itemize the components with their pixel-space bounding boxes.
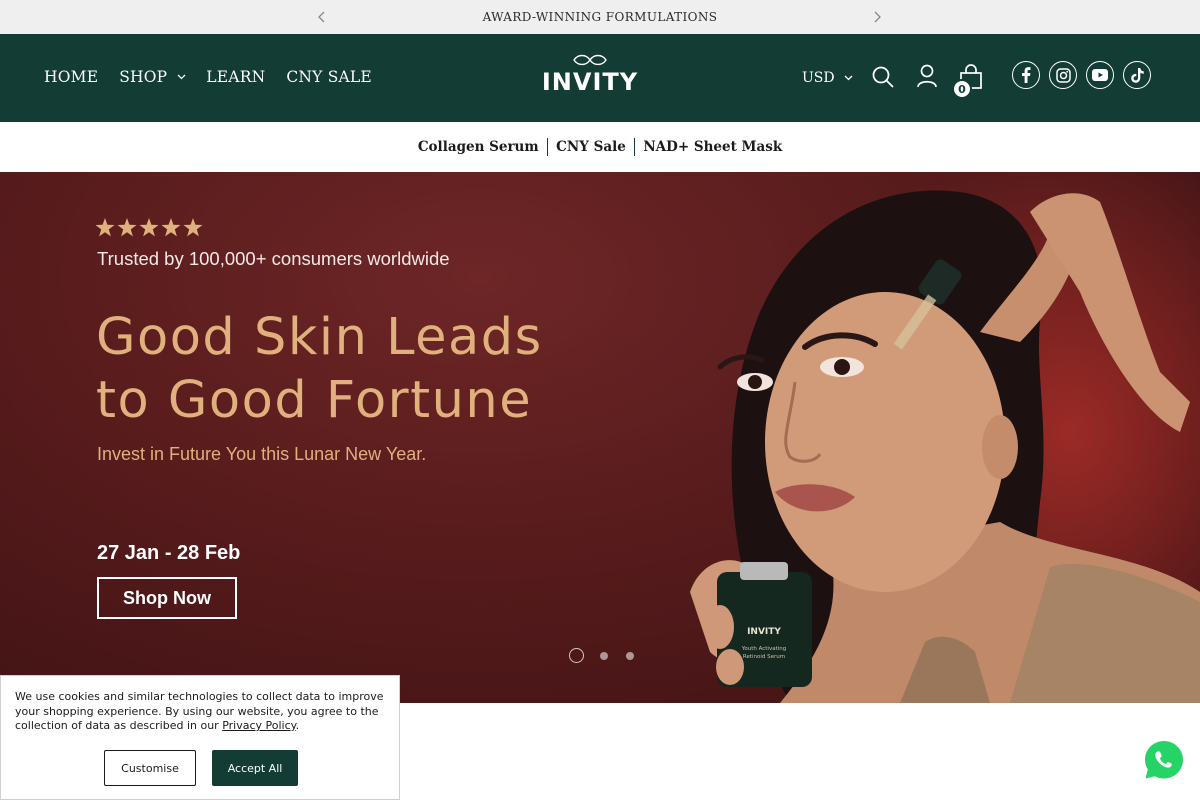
carousel-dot[interactable] [569, 648, 584, 663]
search-icon [872, 66, 894, 88]
hero-subline: Invest in Future You this Lunar New Year… [97, 444, 427, 464]
hero-headline-line2: to Good Fortune [96, 371, 533, 430]
nav-shop[interactable]: SHOP [119, 68, 186, 86]
hero-headline-line1: Good Skin Leads [96, 308, 543, 367]
star-icon [183, 218, 203, 237]
hero-banner: INVITY Youth Activating Retinoid Serum T… [0, 172, 1200, 703]
search-button[interactable] [870, 64, 896, 90]
nav-cny-sale[interactable]: CNY SALE [286, 68, 372, 86]
shop-now-button[interactable]: Shop Now [97, 577, 237, 619]
announcement-next-button[interactable] [869, 8, 885, 26]
star-icon [95, 218, 115, 237]
subnav-nad-sheet-mask[interactable]: NAD+ Sheet Mask [635, 139, 790, 155]
promo-subnav: Collagen Serum CNY Sale NAD+ Sheet Mask [0, 122, 1200, 172]
carousel-dot[interactable] [600, 651, 608, 660]
star-icon [161, 218, 181, 237]
star-icon [117, 218, 137, 237]
instagram-link[interactable] [1049, 61, 1077, 89]
cookie-banner: We use cookies and similar technologies … [0, 675, 400, 800]
sale-dates: 27 Jan - 28 Feb [97, 542, 241, 564]
svg-text:Youth Activating: Youth Activating [741, 646, 787, 652]
user-icon [917, 64, 937, 88]
cookie-message: We use cookies and similar technologies … [15, 690, 384, 732]
privacy-policy-link[interactable]: Privacy Policy [222, 719, 295, 732]
bottle-brand-text: INVITY [747, 627, 781, 637]
youtube-link[interactable] [1086, 61, 1114, 89]
chevron-right-icon [874, 11, 881, 23]
hero-headline: Good Skin Leads to Good Fortune [96, 306, 656, 432]
rating-stars [95, 218, 203, 237]
site-header: HOME SHOP LEARN CNY SALE INVITY USD 0 [0, 34, 1200, 122]
account-button[interactable] [914, 62, 940, 90]
model-photo: INVITY Youth Activating Retinoid Serum [690, 190, 1200, 703]
accept-all-button[interactable]: Accept All [212, 750, 298, 786]
chevron-down-icon [844, 75, 853, 81]
star-icon [139, 218, 159, 237]
svg-text:Retinoid Serum: Retinoid Serum [743, 654, 785, 660]
facebook-link[interactable] [1012, 61, 1040, 89]
brand-logo[interactable]: INVITY [540, 54, 640, 98]
announcement-bar: AWARD-WINNING FORMULATIONS [0, 0, 1200, 34]
brand-name: INVITY [541, 68, 639, 96]
subnav-collagen-serum[interactable]: Collagen Serum [410, 139, 547, 155]
subnav-cny-sale[interactable]: CNY Sale [548, 139, 634, 155]
youtube-icon [1092, 69, 1108, 81]
chevron-down-icon [177, 74, 186, 80]
main-nav: HOME SHOP LEARN CNY SALE [44, 68, 372, 86]
tiktok-icon [1130, 67, 1144, 83]
carousel-dot[interactable] [626, 651, 634, 660]
infinity-logo-icon [573, 54, 607, 66]
whatsapp-icon [1145, 741, 1183, 779]
customise-button[interactable]: Customise [104, 750, 196, 786]
cart-count-badge: 0 [952, 79, 972, 99]
whatsapp-chat-button[interactable] [1143, 739, 1185, 781]
trusted-text: Trusted by 100,000+ consumers worldwide [97, 248, 450, 269]
nav-shop-label: SHOP [119, 68, 168, 86]
cookie-text: We use cookies and similar technologies … [15, 690, 384, 732]
tiktok-link[interactable] [1123, 61, 1151, 89]
carousel-dots [569, 648, 652, 663]
announcement-text: AWARD-WINNING FORMULATIONS [482, 10, 718, 24]
facebook-icon [1022, 67, 1031, 83]
currency-value: USD [802, 70, 835, 86]
nav-home[interactable]: HOME [44, 68, 98, 86]
currency-selector[interactable]: USD [802, 70, 853, 86]
instagram-icon [1055, 67, 1071, 83]
nav-learn[interactable]: LEARN [206, 68, 265, 86]
